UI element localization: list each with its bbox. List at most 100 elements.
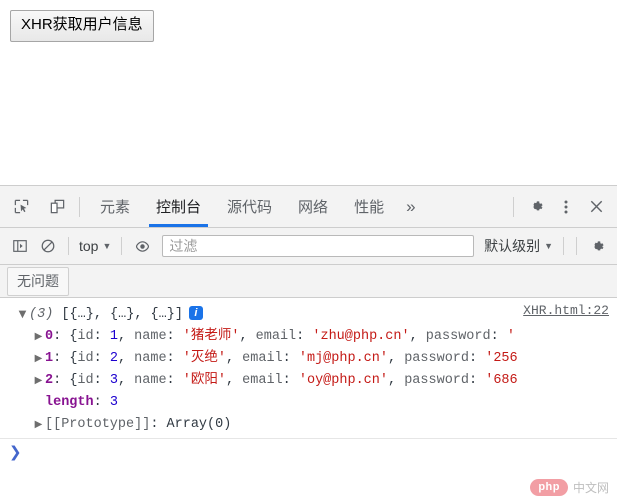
field-value: 'oy@php.cn' (298, 373, 388, 388)
expand-triangle-icon-proto[interactable]: ▶ (32, 414, 45, 436)
more-tabs-button[interactable]: » (397, 186, 424, 227)
prototype-sep: : (150, 417, 167, 432)
field-sep: : (282, 351, 299, 366)
field-key: password (425, 329, 491, 344)
watermark: php 中文网 (530, 479, 609, 496)
watermark-logo: php (530, 479, 568, 496)
field-value: '欧阳' (182, 373, 226, 388)
field-sep: : (166, 373, 183, 388)
execution-context-value: top (79, 238, 99, 254)
prototype-value: Array(0) (166, 417, 232, 432)
object-index-2: 2 (45, 373, 54, 388)
field-sep: : (166, 351, 183, 366)
tab-performance[interactable]: 性能 (341, 186, 397, 227)
toolbar-divider (79, 196, 80, 217)
field-value: 'mj@php.cn' (298, 351, 388, 366)
tabbar-actions (506, 192, 617, 222)
filterbar-divider-2 (121, 237, 123, 255)
field-value: 2 (109, 351, 118, 366)
field-key: name (134, 351, 167, 366)
table-row[interactable]: ▶ 0: {id: 1, name: '猪老师', email: 'zhu@php… (0, 326, 617, 348)
devtools-tabbar: 元素 控制台 源代码 网络 性能 » (0, 186, 617, 228)
devtools-panel: 元素 控制台 源代码 网络 性能 » top ▼ 过滤 默认级别 ▼ 无问题 X… (0, 185, 617, 502)
expand-triangle-icon-2[interactable]: ▶ (32, 370, 45, 392)
more-options-menu-icon[interactable] (551, 192, 581, 222)
expand-triangle-icon[interactable]: ▼ (16, 304, 29, 326)
chevron-down-icon: ▼ (102, 240, 112, 251)
table-row[interactable]: ▶ 1: {id: 2, name: '灭绝', email: 'mj@php.c… (0, 348, 617, 370)
clear-console-icon[interactable] (34, 233, 62, 259)
filterbar-divider-3 (563, 237, 564, 255)
expand-triangle-icon-0[interactable]: ▶ (32, 326, 45, 348)
length-key: length (45, 395, 94, 410)
tab-console[interactable]: 控制台 (143, 186, 214, 227)
filterbar-divider-4 (576, 237, 577, 255)
settings-gear-icon[interactable] (521, 192, 551, 222)
field-sep: : (469, 373, 486, 388)
object-index-0: 0 (45, 329, 54, 344)
array-preview-text: [{…}, {…}, {…}] (61, 307, 183, 322)
field-value: '猪老师' (182, 329, 240, 344)
field-value: '灭绝' (182, 351, 226, 366)
field-sep: : (166, 329, 183, 344)
devtools-screenshot: XHR获取用户信息 元素 控制台 源代码 网络 性能 » top ▼ 过滤 默认… (0, 0, 617, 502)
console-settings-gear-icon[interactable] (583, 233, 611, 259)
console-prompt[interactable]: ❯ (0, 439, 617, 465)
console-filter-toolbar: top ▼ 过滤 默认级别 ▼ (0, 228, 617, 265)
panel-tabs: 元素 控制台 源代码 网络 性能 » (87, 186, 425, 227)
length-sep: : (93, 395, 110, 410)
filterbar-divider-1 (68, 237, 69, 255)
log-level-select[interactable]: 默认级别 ▼ (480, 236, 557, 256)
field-value: 3 (109, 373, 118, 388)
field-key: id (77, 373, 94, 388)
field-key: id (77, 351, 94, 366)
object-index-1: 1 (45, 351, 54, 366)
prototype-row[interactable]: ▶ [[Prototype]]: Array(0) (0, 414, 617, 436)
field-sep: : (93, 373, 110, 388)
console-filter-input[interactable]: 过滤 (162, 235, 475, 257)
prototype-key: [[Prototype]] (45, 417, 151, 432)
issues-bar: 无问题 (0, 265, 617, 298)
watermark-text: 中文网 (572, 481, 609, 495)
toolbar-divider-right (513, 196, 514, 217)
field-sep: : (296, 329, 313, 344)
tab-sources[interactable]: 源代码 (214, 186, 285, 227)
prompt-chevron-icon: ❯ (9, 443, 22, 461)
device-toolbar-icon[interactable] (42, 192, 72, 222)
field-value: '686 (485, 373, 518, 388)
field-key: email (242, 351, 283, 366)
table-row[interactable]: ▶ 2: {id: 3, name: '欧阳', email: 'oy@php.c… (0, 370, 617, 392)
tab-network[interactable]: 网络 (285, 186, 341, 227)
web-page-area: XHR获取用户信息 (0, 0, 617, 185)
field-value: 1 (109, 329, 118, 344)
chevron-down-icon-level: ▼ (544, 240, 553, 251)
array-preview-line[interactable]: ▼ (3) [{…}, {…}, {…}] i (0, 304, 617, 326)
field-value: 'zhu@php.cn' (312, 329, 410, 344)
execution-context-select[interactable]: top ▼ (75, 238, 115, 254)
no-issues-chip[interactable]: 无问题 (7, 266, 69, 296)
console-sidebar-toggle-icon[interactable] (6, 233, 34, 259)
xhr-fetch-users-button[interactable]: XHR获取用户信息 (10, 10, 154, 42)
live-expression-eye-icon[interactable] (128, 233, 156, 259)
field-key: password (404, 351, 470, 366)
log-level-value: 默认级别 (484, 238, 541, 254)
field-key: email (255, 329, 297, 344)
tab-elements[interactable]: 元素 (87, 186, 143, 227)
field-value: '256 (485, 351, 518, 366)
length-value: 3 (109, 395, 118, 410)
field-key: id (77, 329, 94, 344)
close-devtools-icon[interactable] (581, 192, 611, 222)
field-sep: : (93, 329, 110, 344)
field-value: ' (506, 329, 515, 344)
field-key: email (242, 373, 283, 388)
array-length-row: length: 3 (0, 392, 617, 414)
field-sep: : (282, 373, 299, 388)
info-badge-icon: i (188, 306, 203, 321)
field-key: name (134, 329, 167, 344)
field-sep: : (469, 351, 486, 366)
console-message-group: XHR.html:22 ▼ (3) [{…}, {…}, {…}] i ▶ 0: {i… (0, 298, 617, 465)
field-key: password (404, 373, 470, 388)
console-output: XHR.html:22 ▼ (3) [{…}, {…}, {…}] i ▶ 0: {i… (0, 298, 617, 470)
inspect-element-icon[interactable] (6, 192, 36, 222)
expand-triangle-icon-1[interactable]: ▶ (32, 348, 45, 370)
